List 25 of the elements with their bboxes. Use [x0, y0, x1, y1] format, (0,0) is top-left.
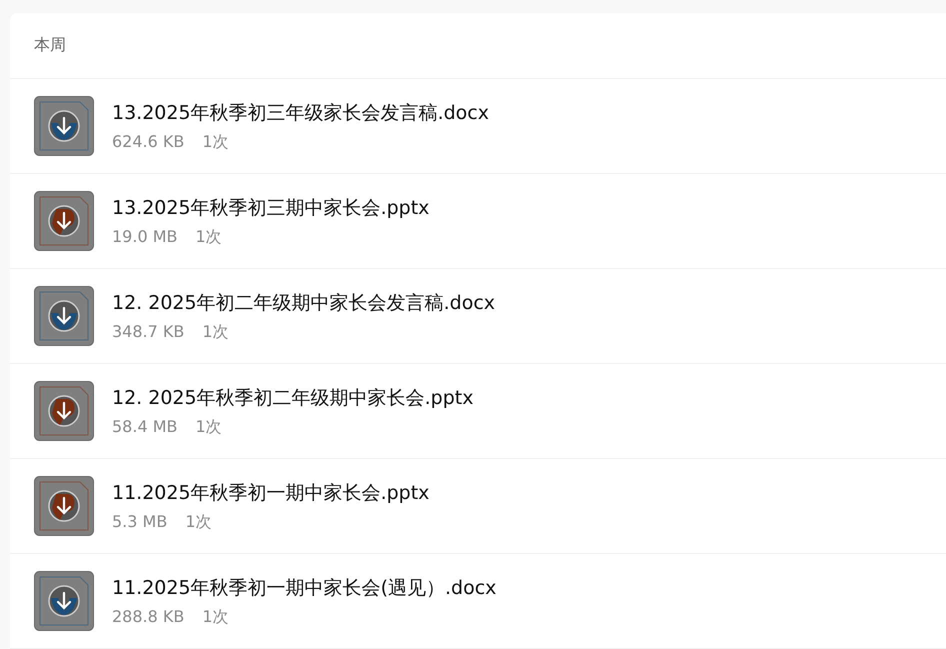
file-size: 5.3 MB [112, 512, 168, 532]
open-count: 1次 [196, 226, 222, 248]
file-icon [34, 191, 94, 251]
file-name[interactable]: 11.2025年秋季初一期中家长会(遇见）.docx [112, 574, 496, 600]
section-title: 本周 [34, 35, 66, 56]
file-icon [34, 571, 94, 631]
open-count: 1次 [196, 416, 222, 438]
file-name[interactable]: 11.2025年秋季初一期中家长会.pptx [112, 480, 430, 506]
open-count: 1次 [202, 132, 229, 152]
file-size: 288.8 KB [112, 606, 184, 628]
file-size: 58.4 MB [112, 416, 178, 438]
file-icon [34, 96, 94, 156]
open-count: 1次 [185, 512, 212, 532]
open-count: 1次 [202, 606, 229, 628]
file-icon [34, 476, 94, 536]
file-size: 348.7 KB [112, 322, 184, 342]
file-size: 624.6 KB [112, 132, 184, 152]
open-count: 1次 [202, 322, 229, 342]
file-icon [34, 381, 94, 441]
file-name[interactable]: 13.2025年秋季初三期中家长会.pptx [112, 194, 430, 220]
file-name[interactable]: 12. 2025年初二年级期中家长会发言稿.docx [112, 290, 496, 316]
file-name[interactable]: 12. 2025年秋季初二年级期中家长会.pptx [112, 384, 474, 410]
file-icon [34, 286, 94, 346]
file-size: 19.0 MB [112, 226, 178, 248]
file-name[interactable]: 13.2025年秋季初三年级家长会发言稿.docx [112, 100, 489, 126]
